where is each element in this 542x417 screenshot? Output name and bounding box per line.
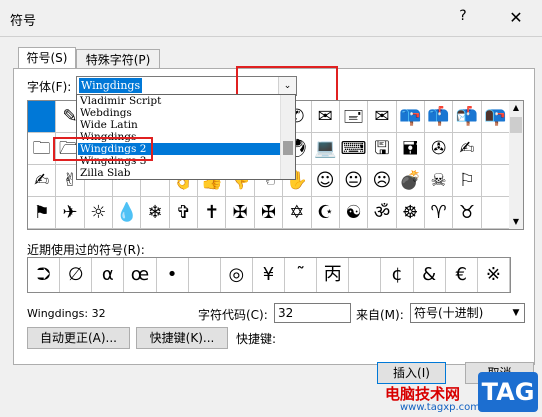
symbol-cell[interactable]: 📪 — [396, 101, 425, 133]
symbol-cell[interactable]: 🖫 — [368, 133, 397, 165]
shortcut-key-button[interactable]: 快捷键(K)... — [136, 327, 228, 349]
recent-symbol-cell[interactable]: ∅ — [60, 258, 93, 292]
symbol-cell[interactable]: ☸ — [396, 197, 425, 229]
titlebar-divider — [0, 36, 542, 37]
symbol-cell[interactable] — [28, 101, 57, 133]
insert-button[interactable]: 插入(I) — [377, 362, 446, 384]
watermark-site: www.tagxp.com — [400, 402, 480, 413]
symbol-cell[interactable]: ✍ — [453, 133, 482, 165]
symbol-cell[interactable]: ☯ — [339, 197, 369, 229]
symbol-cell[interactable]: 🖃 — [339, 101, 369, 133]
recent-symbol-cell[interactable]: ◎ — [221, 258, 253, 292]
symbol-cell[interactable]: ☺ — [311, 165, 340, 197]
char-code-label: 字符代码(C): — [198, 308, 268, 322]
recent-symbol-cell[interactable]: α — [92, 258, 125, 292]
symbol-cell[interactable]: 📫 — [424, 101, 454, 133]
recent-symbol-cell[interactable] — [349, 258, 382, 292]
symbol-cell[interactable]: 💣 — [396, 165, 425, 197]
symbol-cell[interactable] — [481, 165, 510, 197]
symbol-cell[interactable]: ☼ — [84, 197, 114, 229]
highlight-box-selected-font — [53, 137, 153, 161]
scroll-thumb[interactable] — [510, 117, 522, 133]
symbol-cell[interactable]: ⚑ — [28, 197, 57, 229]
shortcut-label: 快捷键: — [236, 332, 277, 346]
symbol-cell[interactable]: 💧 — [113, 197, 142, 229]
symbol-cell[interactable]: ☹ — [368, 165, 397, 197]
font-label: 字体(F): — [27, 80, 72, 94]
symbol-cell[interactable]: ✞ — [169, 197, 199, 229]
symbol-cell[interactable]: ॐ — [368, 197, 397, 229]
symbol-cell[interactable]: 🖬 — [396, 133, 425, 165]
symbol-cell[interactable]: 💻 — [311, 133, 340, 165]
font-select-value: Wingdings — [79, 78, 143, 93]
font-option[interactable]: Zilla Slab — [78, 167, 280, 179]
symbol-cell[interactable]: ✡ — [283, 197, 312, 229]
symbol-cell[interactable]: ☠ — [424, 165, 454, 197]
symbol-cell[interactable]: ⌨ — [339, 133, 369, 165]
symbol-cell[interactable]: ✠ — [226, 197, 255, 229]
symbol-cell[interactable] — [481, 197, 510, 229]
tab-symbols[interactable]: 符号(S) — [18, 47, 76, 70]
symbol-cell[interactable]: 😐 — [339, 165, 369, 197]
from-select[interactable]: 符号(十进制) ▼ — [410, 303, 525, 323]
recent-symbol-cell[interactable]: 丙 — [317, 258, 350, 292]
symbol-grid-scrollbar[interactable]: ▲ ▼ — [509, 100, 524, 230]
symbol-cell[interactable]: ✍ — [28, 165, 57, 197]
symbol-cell[interactable]: ♉ — [453, 197, 482, 229]
font-option[interactable]: Wide Latin — [78, 119, 280, 131]
symbol-cell[interactable]: ❄ — [141, 197, 170, 229]
symbol-cell[interactable]: ✇ — [424, 133, 454, 165]
char-name: Wingdings: 32 — [27, 307, 106, 320]
symbol-cell[interactable] — [481, 133, 510, 165]
chevron-down-icon[interactable]: ▼ — [508, 304, 524, 322]
symbol-cell[interactable]: ✉ — [311, 101, 340, 133]
watermark-text: 电脑技术网 — [385, 385, 461, 403]
recent-symbols-row[interactable]: ⮊ ∅ α œ • ◎ ¥ ˜ 丙 ¢ & € ※ — [27, 257, 511, 293]
symbol-cell[interactable]: ✝ — [198, 197, 227, 229]
dialog-title: 符号 — [10, 14, 37, 29]
scroll-up-icon[interactable]: ▲ — [509, 101, 523, 115]
recent-symbol-cell[interactable]: œ — [124, 258, 157, 292]
dropdown-scrollbar[interactable] — [280, 95, 295, 179]
close-button[interactable]: ✕ — [506, 8, 526, 27]
symbol-cell[interactable]: 📬 — [453, 101, 482, 133]
dropdown-scroll-thumb[interactable] — [283, 141, 293, 155]
recent-symbol-cell[interactable]: € — [446, 258, 478, 292]
symbol-cell[interactable]: ✉ — [368, 101, 397, 133]
recent-symbol-cell[interactable]: ※ — [478, 258, 510, 292]
recent-symbol-cell[interactable]: ⮊ — [28, 258, 61, 292]
recent-symbol-cell[interactable]: ˜ — [285, 258, 318, 292]
recent-symbol-cell[interactable]: • — [157, 258, 189, 292]
autocorrect-button[interactable]: 自动更正(A)... — [27, 327, 130, 349]
help-button[interactable]: ? — [455, 8, 471, 26]
recent-symbols-label: 近期使用过的符号(R): — [27, 243, 145, 257]
recent-symbol-cell[interactable]: ¢ — [381, 258, 414, 292]
from-label: 来自(M): — [356, 308, 404, 322]
symbol-cell[interactable]: 📭 — [481, 101, 510, 133]
symbol-cell[interactable]: ✈ — [56, 197, 85, 229]
recent-symbol-cell[interactable] — [189, 258, 221, 292]
font-option[interactable]: Webdings — [78, 107, 280, 119]
watermark-logo: TAG — [478, 372, 538, 412]
symbol-cell[interactable]: ☪ — [311, 197, 340, 229]
tab-special-characters[interactable]: 特殊字符(P) — [76, 49, 160, 70]
char-code-input[interactable]: 32 — [274, 303, 351, 323]
recent-symbol-cell[interactable]: ¥ — [253, 258, 286, 292]
symbol-cell[interactable]: ✠ — [254, 197, 284, 229]
symbol-cell[interactable]: ⚐ — [453, 165, 482, 197]
symbol-cell[interactable]: ♈ — [424, 197, 454, 229]
font-option[interactable]: Vladimir Script — [78, 95, 280, 107]
recent-symbol-cell[interactable]: & — [414, 258, 446, 292]
scroll-down-icon[interactable]: ▼ — [509, 215, 523, 229]
from-select-value: 符号(十进制) — [414, 306, 484, 320]
